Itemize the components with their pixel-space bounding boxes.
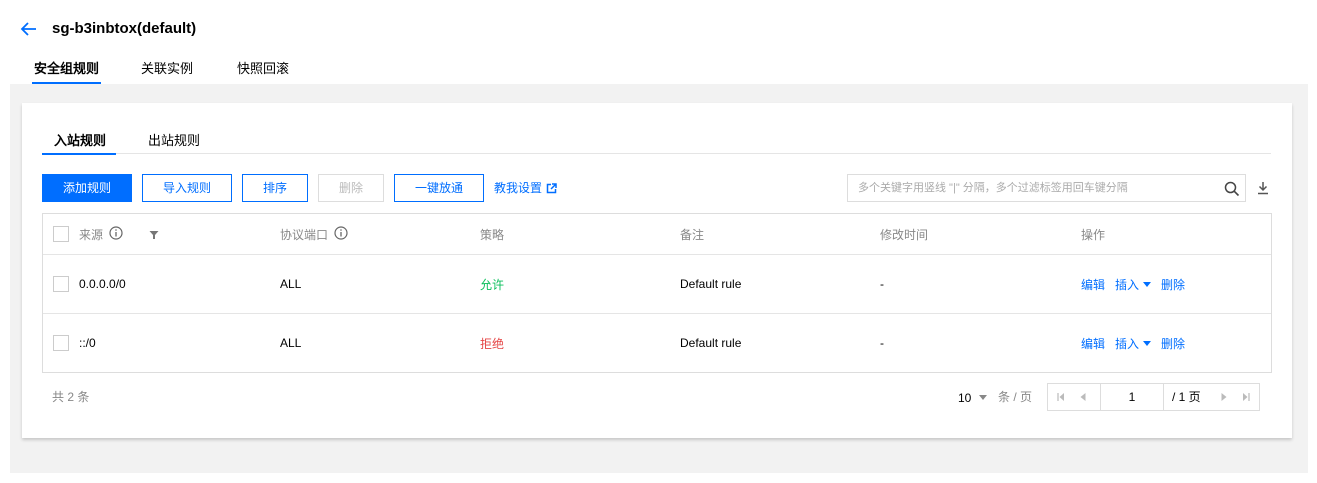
cell-source: ::/0 [79,336,96,350]
page-size-select[interactable]: 10 [958,383,987,412]
tab-security-group-rules[interactable]: 安全组规则 [31,58,102,84]
column-ops: 操作 [1081,227,1106,242]
row-checkbox[interactable] [53,335,69,351]
pagination: / 1 页 [1047,383,1260,411]
page-header: sg-b3inbtox(default) 安全组规则 关联实例 快照回滚 [0,0,1317,84]
table-row: 0.0.0.0/0 ALL 允许 Default rule - 编辑 插入 删除 [43,255,1271,314]
allow-all-button[interactable]: 一键放通 [394,174,484,202]
info-icon[interactable] [109,225,123,243]
table-row: ::/0 ALL 拒绝 Default rule - 编辑 插入 删除 [43,314,1271,372]
table-footer: 共 2 条 10 条 / 页 / 1 页 [42,383,1272,411]
first-page-icon[interactable] [1050,384,1072,410]
row-checkbox[interactable] [53,276,69,292]
import-rules-button[interactable]: 导入规则 [142,174,232,202]
rule-direction-tabs: 入站规则 出站规则 [41,130,1271,155]
tab-outbound-rules[interactable]: 出站规则 [148,130,200,154]
total-pages: / 1 页 [1172,390,1201,404]
edit-link[interactable]: 编辑 [1081,335,1105,352]
insert-dropdown[interactable]: 插入 [1115,276,1152,293]
guide-link[interactable]: 教我设置 [494,174,557,202]
column-source: 来源 [79,214,123,254]
page-size-value: 10 [958,391,972,405]
cell-note: Default rule [680,277,742,291]
cell-time: - [880,277,884,291]
select-all-checkbox[interactable] [53,226,69,242]
external-link-icon [546,176,557,204]
cell-ops: 编辑 插入 删除 [1081,255,1195,313]
insert-label: 插入 [1115,336,1140,351]
guide-link-label: 教我设置 [494,181,543,195]
info-icon[interactable] [334,225,348,243]
column-note: 备注 [680,227,705,242]
table-header: 来源 协议端口 策略 备注 修改时间 操作 [43,214,1271,255]
filter-icon[interactable] [149,229,159,243]
next-page-icon[interactable] [1213,384,1235,410]
per-page-label: 条 / 页 [998,390,1033,404]
column-policy: 策略 [480,227,505,242]
page-title: sg-b3inbtox(default) [52,20,197,37]
add-rule-button[interactable]: 添加规则 [42,174,132,202]
cell-policy: 拒绝 [480,336,505,351]
cell-port: ALL [280,336,302,350]
back-arrow-icon[interactable] [20,19,38,39]
caret-down-icon [978,383,987,411]
search-icon[interactable] [1224,181,1240,200]
column-port: 协议端口 [280,214,348,254]
tab-associated-instances[interactable]: 关联实例 [141,58,193,84]
page-number-input[interactable] [1100,383,1164,411]
cell-time: - [880,336,884,350]
cell-policy: 允许 [480,277,505,292]
column-time: 修改时间 [880,227,929,242]
edit-link[interactable]: 编辑 [1081,276,1105,293]
rules-card: 入站规则 出站规则 添加规则 导入规则 排序 删除 一键放通 教我设置 来源 [22,103,1292,438]
cell-source: 0.0.0.0/0 [79,277,126,291]
cell-port: ALL [280,277,302,291]
download-icon[interactable] [1257,181,1269,198]
tab-inbound-rules[interactable]: 入站规则 [41,130,117,155]
row-delete-link[interactable]: 删除 [1161,335,1185,352]
search-box [847,174,1246,202]
insert-label: 插入 [1115,277,1140,292]
cell-ops: 编辑 插入 删除 [1081,314,1195,372]
rules-table: 来源 协议端口 策略 备注 修改时间 操作 0.0.0.0/0 ALL 允许 D… [42,213,1272,373]
caret-down-icon [1143,277,1152,291]
column-source-label: 来源 [79,227,104,242]
cell-note: Default rule [680,336,742,350]
row-delete-link[interactable]: 删除 [1161,276,1185,293]
delete-button[interactable]: 删除 [318,174,384,202]
prev-page-icon[interactable] [1072,384,1094,410]
column-port-label: 协议端口 [280,227,329,242]
sort-button[interactable]: 排序 [242,174,308,202]
tab-snapshot-rollback[interactable]: 快照回滚 [237,58,289,84]
last-page-icon[interactable] [1235,384,1257,410]
caret-down-icon [1143,336,1152,350]
insert-dropdown[interactable]: 插入 [1115,335,1152,352]
total-count: 共 2 条 [52,390,90,404]
rules-toolbar: 添加规则 导入规则 排序 删除 一键放通 教我设置 [42,174,1271,202]
search-input[interactable] [848,175,1208,201]
